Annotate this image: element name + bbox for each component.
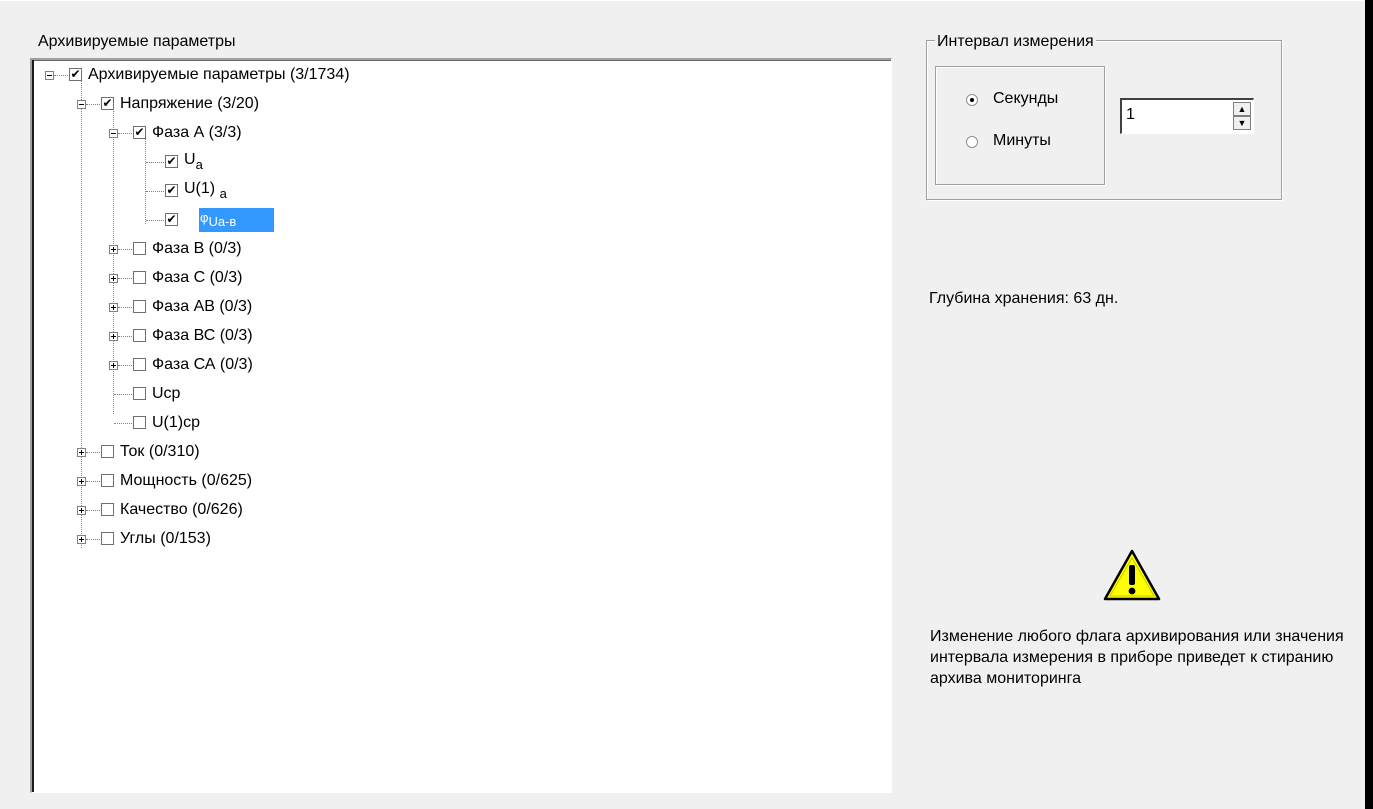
tree-line [118,336,132,337]
spin-up-icon[interactable]: ▲ [1233,102,1251,116]
minutes-label[interactable]: Минуты [993,132,1051,150]
tree-leaf-u1a[interactable]: U(1) a [184,179,227,201]
u1a-subscript: a [219,186,227,201]
voltage-checkbox[interactable] [101,97,114,110]
angles-checkbox[interactable] [101,532,114,545]
collapse-root-icon[interactable] [45,71,54,80]
expand-angles-icon[interactable] [77,535,86,544]
interval-title: Интервал измерения [935,33,1096,51]
expand-phase-b-icon[interactable] [109,245,118,254]
collapse-phase-a-icon[interactable] [109,129,118,138]
current-checkbox[interactable] [101,445,114,458]
tree-root-label[interactable]: Архивируемые параметры (3/1734) [88,65,350,85]
phase-bc-checkbox[interactable] [133,329,146,342]
expand-phase-c-icon[interactable] [109,274,118,283]
tree-line [118,365,132,366]
phase-b-checkbox[interactable] [133,242,146,255]
tree-leaf-ucp[interactable]: Uср [152,384,180,404]
tree-node-phase-bc[interactable]: Фаза ВС (0/3) [152,326,253,346]
tree-node-phase-b[interactable]: Фаза В (0/3) [152,239,242,259]
tree-line [114,394,132,395]
warning-triangle-icon [1103,549,1161,601]
spin-down-icon[interactable]: ▼ [1233,116,1251,130]
tree-node-phase-ab[interactable]: Фаза АВ (0/3) [152,297,252,317]
top-edge [0,0,1373,1]
phase-a-checkbox[interactable] [133,126,146,139]
phase-ab-checkbox[interactable] [133,300,146,313]
phase-ca-checkbox[interactable] [133,358,146,371]
tree-line [86,452,100,453]
tree-inner: Архивируемые параметры (3/1734) Напряжен… [32,60,891,792]
expand-power-icon[interactable] [77,477,86,486]
tree-line [114,423,132,424]
expand-current-icon[interactable] [77,448,86,457]
unit-radio-group [935,66,1105,185]
root-checkbox[interactable] [69,68,82,81]
tree-line [86,104,100,105]
interval-value[interactable]: 1 [1126,106,1135,124]
expand-phase-bc-icon[interactable] [109,332,118,341]
spin-buttons: ▲ ▼ [1233,102,1251,130]
tree-line [146,220,164,221]
u1a-checkbox[interactable] [165,184,178,197]
phase-c-checkbox[interactable] [133,271,146,284]
tree-line [54,75,68,76]
tree-line [86,510,100,511]
tree-line [86,539,100,540]
tree-node-current[interactable]: Ток (0/310) [120,442,200,462]
tree-node-angles[interactable]: Углы (0/153) [120,529,211,549]
seconds-label[interactable]: Секунды [993,90,1058,108]
minutes-radio[interactable] [966,136,978,148]
quality-checkbox[interactable] [101,503,114,516]
tree-node-phase-ca[interactable]: Фаза СА (0/3) [152,355,253,375]
collapse-voltage-icon[interactable] [77,100,86,109]
expand-phase-ab-icon[interactable] [109,303,118,312]
warning-message: Изменение любого флага архивирования или… [930,628,1344,687]
window-right-border [1365,0,1373,809]
storage-depth: Глубина хранения: 63 дн. [929,290,1119,307]
ua-checkbox[interactable] [165,155,178,168]
ua-main: U [184,151,196,168]
phi-checkbox[interactable] [165,213,178,226]
tree-line [118,307,132,308]
tree-leaf-ua[interactable]: Ua [184,150,203,172]
tree-line [118,278,132,279]
tree-line [146,162,164,163]
expand-phase-ca-icon[interactable] [109,361,118,370]
tree-line [145,138,146,224]
tree-leaf-u1cp[interactable]: U(1)ср [152,413,200,433]
u1a-main: U(1) [184,180,216,197]
tree-line [146,191,164,192]
u1cp-checkbox[interactable] [133,416,146,429]
tree-node-quality[interactable]: Качество (0/626) [120,500,243,520]
parameter-tree[interactable]: Архивируемые параметры (3/1734) Напряжен… [30,58,892,793]
seconds-radio[interactable] [966,94,978,106]
tree-node-power[interactable]: Мощность (0/625) [120,471,252,491]
tree-node-voltage[interactable]: Напряжение (3/20) [120,94,259,114]
tree-section-label: Архивируемые параметры [38,33,236,50]
phi-subscript: Ua-в [208,214,237,229]
tree-leaf-phi-selected[interactable]: φUa-в [199,208,275,232]
interval-spinbox[interactable]: 1 ▲ ▼ [1120,98,1254,134]
expand-quality-icon[interactable] [77,506,86,515]
ucp-checkbox[interactable] [133,387,146,400]
tree-node-phase-c[interactable]: Фаза С (0/3) [152,268,242,288]
power-checkbox[interactable] [101,474,114,487]
ua-subscript: a [195,157,203,172]
tree-line [118,133,132,134]
tree-line [118,249,132,250]
tree-line [86,481,100,482]
tree-node-phase-a[interactable]: Фаза А (3/3) [152,123,242,143]
